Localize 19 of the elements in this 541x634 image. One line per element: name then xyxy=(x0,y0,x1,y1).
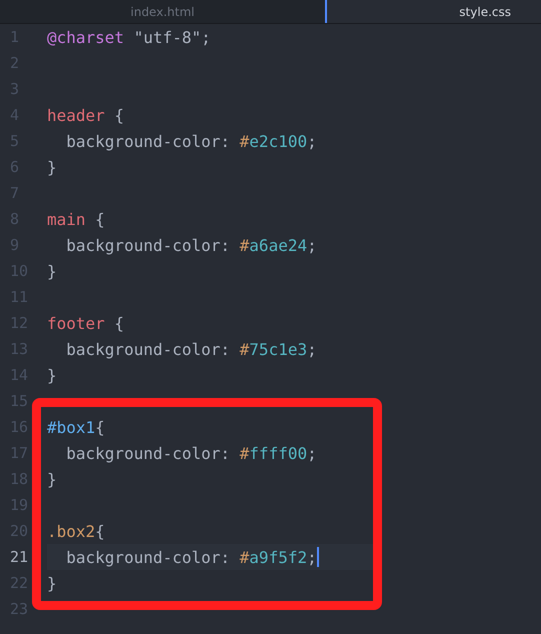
code-line: } xyxy=(47,366,57,384)
code-line: background-color: #a9f5f2; xyxy=(65,548,317,566)
code-line: .box2{ xyxy=(47,522,105,540)
text-cursor xyxy=(316,547,319,567)
code-line: footer { xyxy=(47,314,124,332)
code-line: header { xyxy=(47,106,124,124)
code-line: } xyxy=(47,262,57,280)
code-line: } xyxy=(47,470,57,488)
code-line: } xyxy=(47,158,57,176)
code-line: background-color: #75c1e3; xyxy=(65,340,317,358)
file-tab[interactable]: style.css xyxy=(327,0,541,23)
code-line: background-color: #e2c100; xyxy=(65,132,317,150)
code-line: @charset "utf-8"; xyxy=(47,28,211,46)
code-line: background-color: #a6ae24; xyxy=(65,236,317,254)
line-number: 21 xyxy=(10,548,28,566)
code-line: main { xyxy=(47,210,105,228)
code-line: #box1{ xyxy=(47,418,105,436)
code-line: background-color: #ffff00; xyxy=(65,444,317,462)
code-line: } xyxy=(47,574,57,592)
